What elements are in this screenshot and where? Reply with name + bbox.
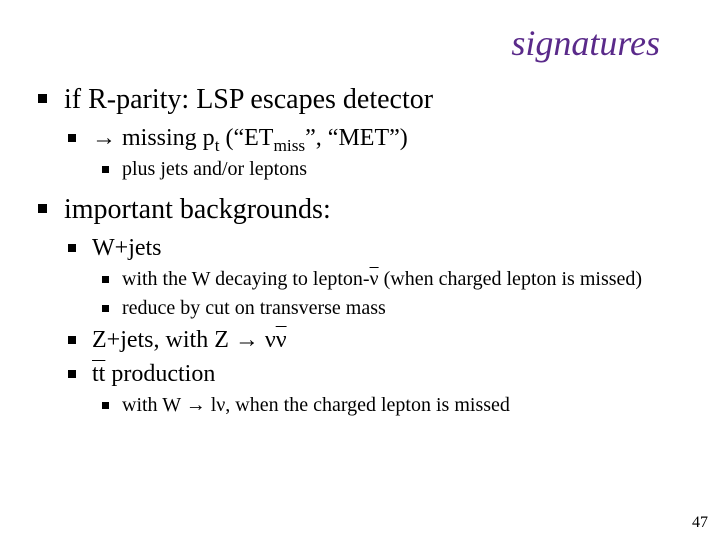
- frag: → missing p: [92, 125, 215, 151]
- subscript: miss: [273, 136, 305, 155]
- frag: with the W decaying to lepton-: [122, 268, 370, 290]
- text: reduce by cut on transverse mass: [122, 297, 386, 319]
- text: W+jets: [92, 235, 162, 261]
- text: important backgrounds:: [64, 194, 331, 225]
- bullet-icon: [68, 134, 76, 142]
- slide-title: signatures: [511, 22, 660, 64]
- slide: signatures if R-parity: LSP escapes dete…: [0, 0, 720, 540]
- nu-bar: ν: [276, 327, 287, 353]
- bullet-icon: [68, 370, 76, 378]
- tt-bar: tt: [92, 361, 105, 387]
- frag: Z+jets, with Z → ν: [92, 327, 276, 353]
- frag: (“ET: [220, 125, 274, 151]
- bullet-l1-backgrounds: important backgrounds:: [38, 192, 682, 227]
- text: → missing pt (“ETmiss”, “MET”): [92, 125, 408, 151]
- bullet-icon: [38, 94, 47, 103]
- bullet-l3-plus-jets: plus jets and/or leptons: [102, 157, 682, 182]
- bullet-l2-missing-pt: → missing pt (“ETmiss”, “MET”): [68, 123, 682, 153]
- bullet-icon: [102, 402, 109, 409]
- bullet-l3-w-decay: with the W decaying to lepton-ν (when ch…: [102, 267, 682, 292]
- text: with W → lν, when the charged lepton is …: [122, 394, 510, 416]
- text: with the W decaying to lepton-ν (when ch…: [122, 268, 642, 290]
- bullet-icon: [68, 336, 76, 344]
- bullet-l1-rparity: if R-parity: LSP escapes detector: [38, 82, 682, 117]
- bullet-icon: [102, 276, 109, 283]
- bullet-l2-ttbar: tt production: [68, 359, 682, 389]
- frag: ”, “MET”): [305, 125, 408, 151]
- bullet-icon: [68, 244, 76, 252]
- nu-bar: ν: [370, 268, 379, 290]
- text: plus jets and/or leptons: [122, 158, 307, 180]
- slide-content: if R-parity: LSP escapes detector → miss…: [38, 82, 682, 422]
- bullet-l3-reduce-cut: reduce by cut on transverse mass: [102, 296, 682, 321]
- text: Z+jets, with Z → νν: [92, 327, 287, 353]
- bullet-l2-wjets: W+jets: [68, 233, 682, 263]
- bullet-icon: [102, 166, 109, 173]
- bullet-icon: [38, 204, 47, 213]
- text: tt production: [92, 361, 215, 387]
- frag: (when charged lepton is missed): [379, 268, 642, 290]
- bullet-icon: [102, 305, 109, 312]
- bullet-l2-zjets: Z+jets, with Z → νν: [68, 325, 682, 355]
- bullet-l3-w-lnu: with W → lν, when the charged lepton is …: [102, 393, 682, 418]
- text: if R-parity: LSP escapes detector: [64, 84, 433, 115]
- page-number: 47: [692, 514, 708, 532]
- frag: production: [105, 361, 215, 387]
